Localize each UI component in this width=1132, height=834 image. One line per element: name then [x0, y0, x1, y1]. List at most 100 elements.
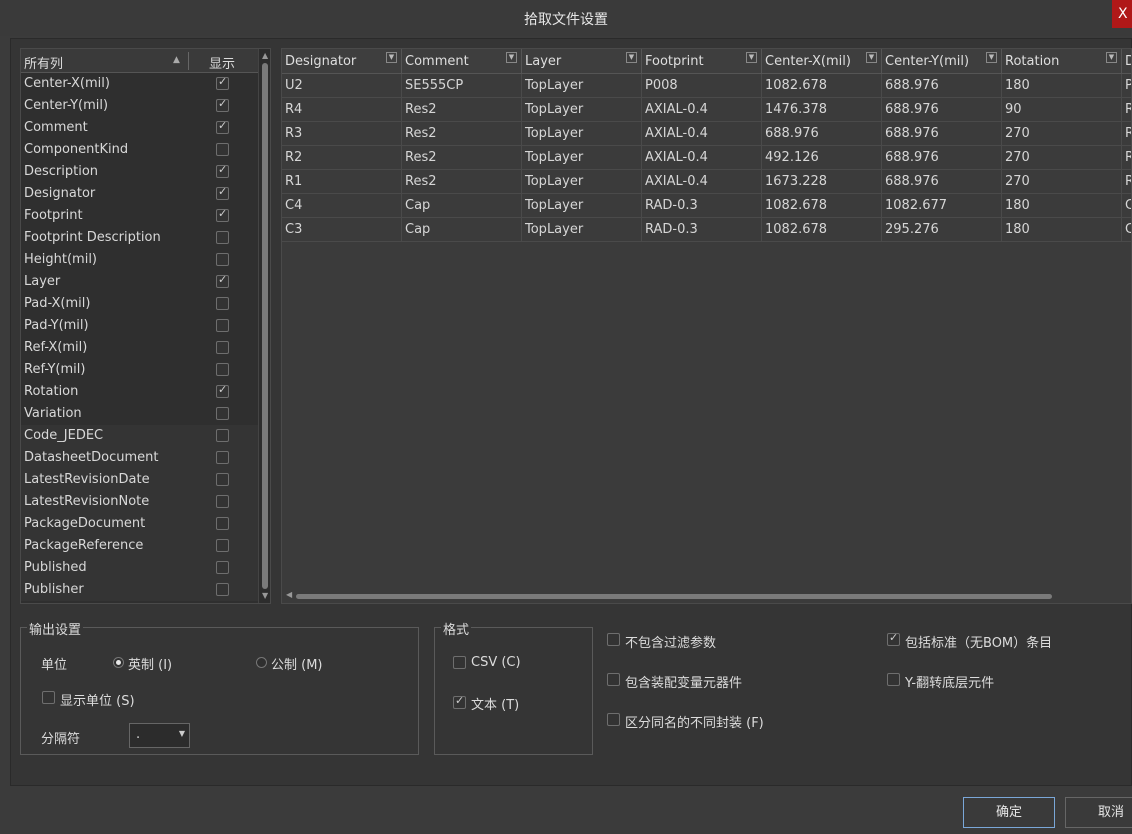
show-column-checkbox[interactable]: [216, 231, 229, 244]
filter-icon[interactable]: ▼: [626, 52, 637, 63]
filter-icon[interactable]: ▼: [386, 52, 397, 63]
show-column-checkbox[interactable]: [216, 185, 229, 200]
table-row[interactable]: U2SE555CPTopLayerP0081082.678688.976180P: [282, 74, 1131, 98]
y-flip-checkbox[interactable]: [887, 673, 900, 686]
show-column-checkbox[interactable]: [216, 273, 229, 288]
cancel-button[interactable]: 取消: [1065, 797, 1132, 828]
show-column-checkbox[interactable]: [216, 429, 229, 442]
show-column-checkbox[interactable]: [216, 75, 229, 90]
column-list-item[interactable]: Height(mil): [21, 249, 258, 271]
scrollbar-thumb[interactable]: [296, 594, 1052, 599]
metric-radio[interactable]: [256, 657, 267, 668]
table-row[interactable]: R2 Res2 TopLayer AXIAL-0.4 492.126 688.976 270…: [282, 146, 1131, 170]
column-list-item[interactable]: Center-Y(mil): [21, 95, 258, 117]
show-column-checkbox[interactable]: [216, 97, 229, 112]
column-list-item[interactable]: Ref-X(mil): [21, 337, 258, 359]
filter-icon[interactable]: ▼: [1106, 52, 1117, 63]
csv-checkbox[interactable]: [453, 656, 466, 669]
grid-column-header[interactable]: Rotation ▼: [1002, 49, 1122, 74]
column-list-item[interactable]: Description: [21, 161, 258, 183]
column-list-item[interactable]: Layer: [21, 271, 258, 293]
show-column-checkbox[interactable]: [216, 143, 229, 156]
scrollbar-thumb[interactable]: [262, 63, 268, 589]
table-row[interactable]: R3 Res2 TopLayer AXIAL-0.4 688.976 688.976 270…: [282, 122, 1131, 146]
include-standard-label[interactable]: 包括标准（无BOM）条目: [905, 632, 1052, 651]
column-list-item[interactable]: Ref-Y(mil): [21, 359, 258, 381]
exclude-filter-checkbox[interactable]: [607, 633, 620, 646]
column-list-item[interactable]: PackageDocument: [21, 513, 258, 535]
csv-label[interactable]: CSV (C): [471, 655, 521, 670]
table-row[interactable]: C4CapTopLayerRAD-0.31082.6781082.677180C: [282, 194, 1131, 218]
show-column-checkbox[interactable]: [216, 297, 229, 310]
scroll-down-icon[interactable]: ▼: [262, 591, 268, 600]
distinguish-footprints-checkbox[interactable]: [607, 713, 620, 726]
filter-icon[interactable]: ▼: [506, 52, 517, 63]
column-list-item[interactable]: Rotation: [21, 381, 258, 403]
filter-icon[interactable]: ▼: [746, 52, 757, 63]
column-list-scrollbar[interactable]: ▲ ▼: [258, 49, 270, 603]
show-units-checkbox[interactable]: [42, 691, 55, 704]
show-column-checkbox[interactable]: [216, 119, 229, 134]
include-assembly-variants-checkbox[interactable]: [607, 673, 620, 686]
column-list-item[interactable]: Pad-X(mil): [21, 293, 258, 315]
column-list-item[interactable]: Variation: [21, 403, 258, 425]
text-label[interactable]: 文本 (T): [471, 694, 519, 713]
show-header[interactable]: 显示: [209, 53, 235, 72]
show-column-checkbox[interactable]: [216, 517, 229, 530]
show-column-checkbox[interactable]: [216, 341, 229, 354]
show-column-checkbox[interactable]: [216, 383, 229, 398]
grid-column-header[interactable]: Comment ▼: [402, 49, 522, 74]
grid-column-header[interactable]: Designator ▼: [282, 49, 402, 74]
imperial-label[interactable]: 英制 (I): [128, 654, 172, 673]
imperial-radio[interactable]: [113, 657, 124, 668]
all-columns-header[interactable]: 所有列: [24, 53, 63, 72]
show-column-checkbox[interactable]: [216, 561, 229, 574]
grid-column-header[interactable]: Center-X(mil) ▼: [762, 49, 882, 74]
show-units-label[interactable]: 显示单位 (S): [60, 690, 135, 709]
filter-icon[interactable]: ▼: [986, 52, 997, 63]
column-list-item[interactable]: Center-X(mil): [21, 73, 258, 95]
show-column-checkbox[interactable]: [216, 473, 229, 486]
grid-column-header[interactable]: Center-Y(mil) ▼: [882, 49, 1002, 74]
column-list-item[interactable]: Comment: [21, 117, 258, 139]
filter-icon[interactable]: ▼: [866, 52, 877, 63]
show-column-checkbox[interactable]: [216, 539, 229, 552]
column-list-item[interactable]: LatestRevisionDate: [21, 469, 258, 491]
column-list-item[interactable]: DatasheetDocument: [21, 447, 258, 469]
show-column-checkbox[interactable]: [216, 207, 229, 222]
scroll-left-icon[interactable]: ◀: [286, 590, 292, 599]
grid-horizontal-scrollbar[interactable]: ◀: [282, 589, 1131, 603]
grid-column-header[interactable]: D: [1122, 49, 1131, 74]
include-standard-checkbox[interactable]: [887, 631, 900, 646]
column-list-item[interactable]: Code_JEDEC: [21, 425, 258, 447]
text-checkbox[interactable]: [453, 694, 466, 709]
distinguish-footprints-label[interactable]: 区分同名的不同封装 (F): [625, 712, 764, 731]
column-list-item[interactable]: ComponentKind: [21, 139, 258, 161]
column-list-item[interactable]: Publisher: [21, 579, 258, 601]
show-column-checkbox[interactable]: [216, 363, 229, 376]
y-flip-label[interactable]: Y-翻转底层元件: [905, 672, 994, 691]
column-list-item[interactable]: Pad-Y(mil): [21, 315, 258, 337]
column-list-item[interactable]: Footprint Description: [21, 227, 258, 249]
show-column-checkbox[interactable]: [216, 451, 229, 464]
grid-column-header[interactable]: Layer ▼: [522, 49, 642, 74]
table-row[interactable]: C3CapTopLayerRAD-0.31082.678295.276180C: [282, 218, 1131, 242]
show-column-checkbox[interactable]: [216, 163, 229, 178]
close-button[interactable]: X: [1112, 0, 1132, 28]
column-list-item[interactable]: PackageReference: [21, 535, 258, 557]
column-list-item[interactable]: Designator: [21, 183, 258, 205]
show-column-checkbox[interactable]: [216, 253, 229, 266]
include-assembly-variants-label[interactable]: 包含装配变量元器件: [625, 672, 742, 691]
table-row[interactable]: R1 Res2 TopLayer AXIAL-0.4 1673.228 688.976 27…: [282, 170, 1131, 194]
exclude-filter-label[interactable]: 不包含过滤参数: [625, 632, 716, 651]
metric-label[interactable]: 公制 (M): [271, 654, 323, 673]
column-list-item[interactable]: Footprint: [21, 205, 258, 227]
grid-column-header[interactable]: Footprint ▼: [642, 49, 762, 74]
scroll-up-icon[interactable]: ▲: [262, 51, 268, 60]
show-column-checkbox[interactable]: [216, 407, 229, 420]
show-column-checkbox[interactable]: [216, 583, 229, 596]
show-column-checkbox[interactable]: [216, 319, 229, 332]
sort-ascending-icon[interactable]: ▲: [173, 55, 180, 65]
ok-button[interactable]: 确定: [963, 797, 1055, 828]
show-column-checkbox[interactable]: [216, 495, 229, 508]
